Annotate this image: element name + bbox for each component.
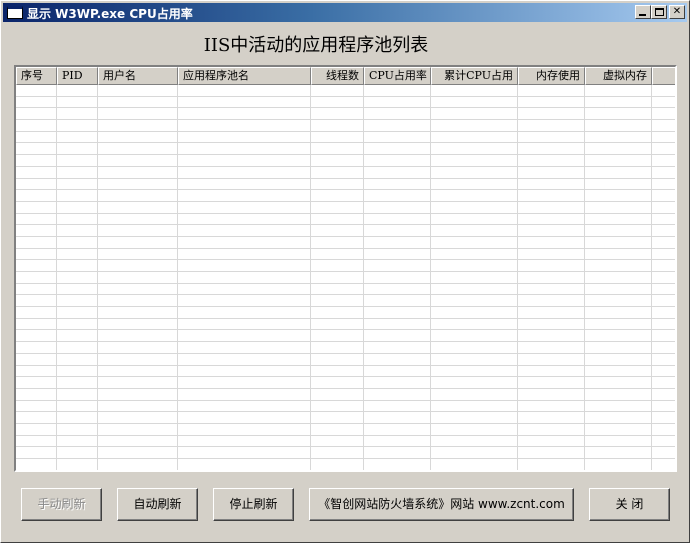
manual-refresh-button[interactable]: 手动刷新 [21,488,102,521]
main-window: 显示 W3WP.exe CPU占用率 ✕ IIS中活动的应用程序池列表 序号 P… [0,0,690,543]
grid-row [16,190,675,202]
grid-row [16,354,675,366]
app-pool-list[interactable]: 序号 PID 用户名 应用程序池名 线程数 CPU占用率 累计CPU占用 内存使… [14,65,677,472]
grid-row [16,132,675,144]
grid-row [16,85,675,97]
grid-row [16,214,675,226]
grid-row [16,295,675,308]
column-header-cpu[interactable]: CPU占用率 [364,67,431,85]
grid-column-line [310,85,311,470]
title-bar[interactable]: 显示 W3WP.exe CPU占用率 ✕ [3,3,687,22]
grid-row [16,167,675,179]
grid-row [16,389,675,401]
grid-column-line [56,85,57,470]
list-header: 序号 PID 用户名 应用程序池名 线程数 CPU占用率 累计CPU占用 内存使… [16,67,675,85]
column-header-index[interactable]: 序号 [16,67,57,85]
grid-row [16,249,675,261]
grid-row [16,260,675,272]
grid-row [16,155,675,167]
grid-column-line [651,85,652,470]
column-header-pid[interactable]: PID [57,67,98,85]
close-icon: ✕ [672,6,682,17]
column-header-virtual-memory[interactable]: 虚拟内存 [585,67,652,85]
column-header-threads[interactable]: 线程数 [311,67,364,85]
grid-row [16,412,675,424]
minimize-icon [639,14,646,16]
grid-column-line [517,85,518,470]
grid-column-line [363,85,364,470]
grid-row [16,202,675,214]
close-window-button[interactable]: ✕ [669,5,685,19]
website-link-button[interactable]: 《智创网站防火墙系统》网站 www.zcnt.com [309,488,574,521]
grid-row [16,401,675,413]
minimize-button[interactable] [635,5,651,19]
window-title: 显示 W3WP.exe CPU占用率 [27,7,193,21]
grid-row [16,284,675,296]
column-header-memory[interactable]: 内存使用 [518,67,585,85]
grid-row [16,108,675,121]
grid-row [16,424,675,436]
auto-refresh-button[interactable]: 自动刷新 [117,488,198,521]
grid-row [16,447,675,459]
grid-row [16,319,675,331]
grid-column-line [584,85,585,470]
grid-row [16,342,675,354]
column-header-filler [652,67,675,85]
column-header-pool-name[interactable]: 应用程序池名 [178,67,311,85]
grid-row [16,366,675,378]
window-icon [7,6,23,19]
list-body[interactable] [16,85,675,470]
maximize-icon [655,8,664,16]
page-title: IIS中活动的应用程序池列表 [203,35,429,56]
grid-row [16,377,675,389]
grid-column-line [430,85,431,470]
grid-column-line [97,85,98,470]
grid-column-line [177,85,178,470]
stop-refresh-button[interactable]: 停止刷新 [213,488,294,521]
grid-row [16,436,675,448]
grid-row [16,97,675,109]
grid-row [16,272,675,284]
column-header-total-cpu[interactable]: 累计CPU占用 [431,67,518,85]
close-button[interactable]: 关 闭 [589,488,670,521]
grid-row [16,330,675,343]
grid-row [16,237,675,249]
column-header-user[interactable]: 用户名 [98,67,178,85]
maximize-button[interactable] [651,5,667,19]
grid-row [16,143,675,156]
grid-row [16,307,675,319]
grid-row [16,120,675,132]
grid-row [16,179,675,191]
grid-row [16,225,675,237]
